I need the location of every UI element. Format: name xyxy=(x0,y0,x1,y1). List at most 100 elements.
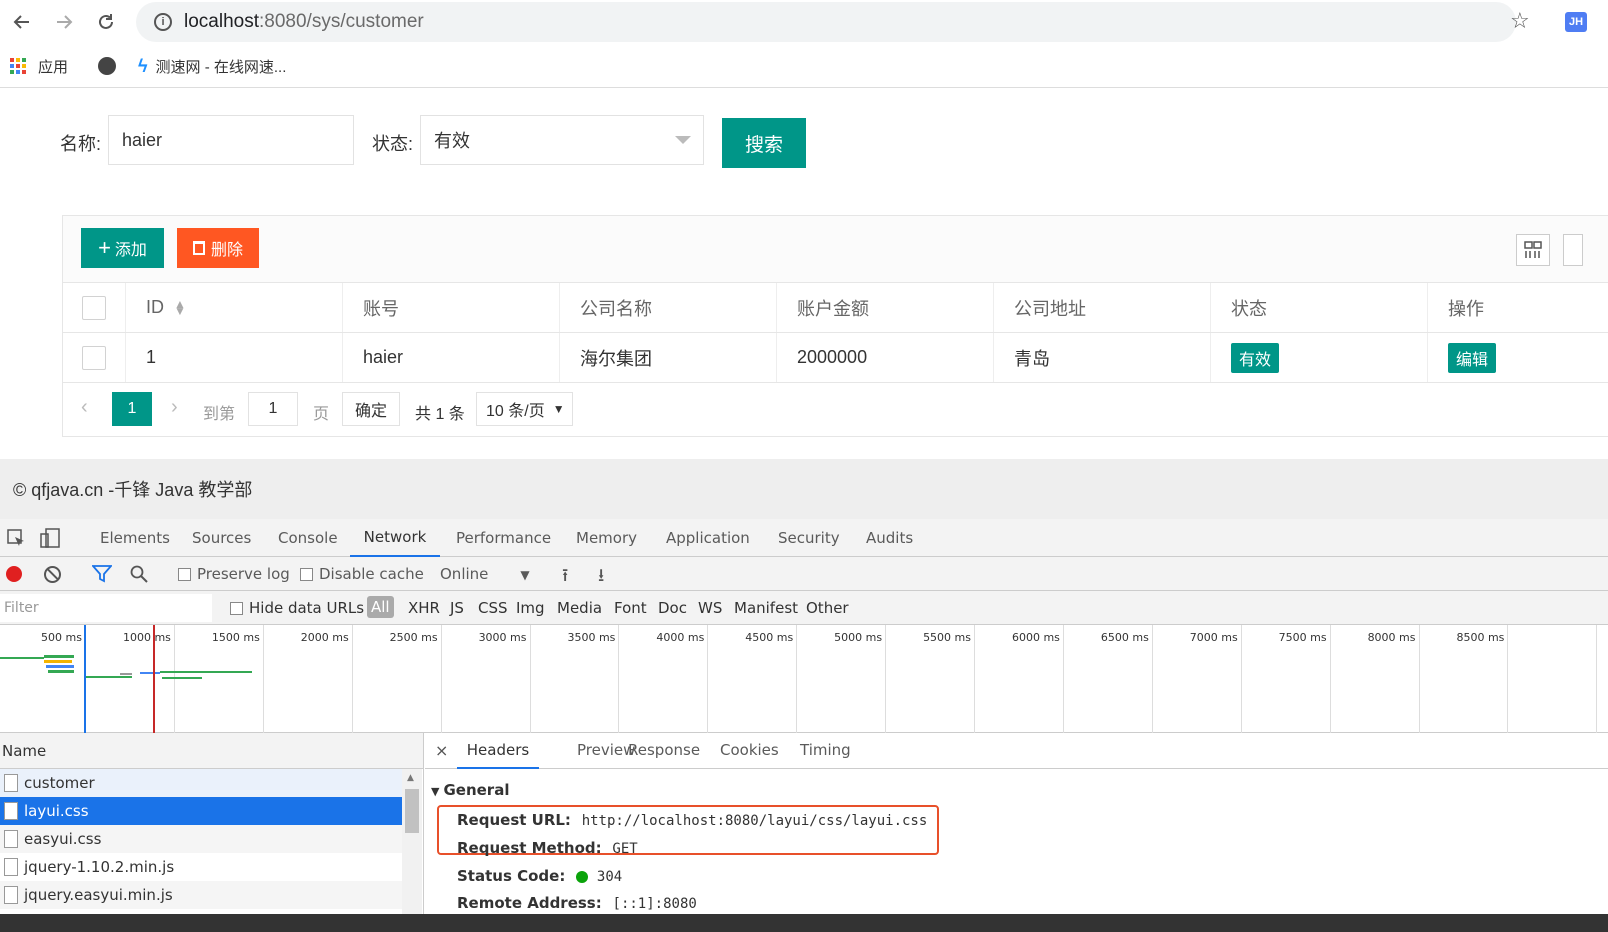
timeline-tick: 4500 ms xyxy=(745,625,798,733)
status-badge: 有效 xyxy=(1231,342,1280,373)
column-filter-icon[interactable] xyxy=(1516,234,1550,266)
add-button[interactable]: + 添加 xyxy=(81,228,164,268)
cell-status: 有效 xyxy=(1211,333,1428,382)
scrollbar[interactable]: ▲ xyxy=(402,769,422,914)
forward-icon[interactable] xyxy=(50,8,78,36)
sort-icon[interactable]: ▲ ▼ xyxy=(174,298,186,317)
clear-icon[interactable] xyxy=(44,566,61,583)
reload-icon[interactable] xyxy=(92,8,120,36)
network-controls: Preserve log Disable cache Online ▼ ⭱ ⭳ xyxy=(0,557,1608,591)
list-item[interactable]: jquery.easyui.min.js xyxy=(0,881,402,909)
tab-memory[interactable]: Memory xyxy=(576,519,637,557)
close-icon[interactable]: × xyxy=(435,741,448,760)
info-icon[interactable]: i xyxy=(154,13,172,31)
request-name: jquery-1.10.2.min.js xyxy=(24,858,175,876)
tab-elements[interactable]: Elements xyxy=(100,519,170,557)
hide-data-urls-checkbox[interactable]: Hide data URLs xyxy=(230,599,364,617)
tab-performance[interactable]: Performance xyxy=(456,519,551,557)
bookmark-star-icon[interactable]: ☆ xyxy=(1510,8,1530,34)
apps-grid-icon[interactable] xyxy=(10,58,26,74)
row-checkbox[interactable] xyxy=(63,333,126,382)
device-toolbar-icon[interactable] xyxy=(40,528,62,552)
type-filter-media[interactable]: Media xyxy=(557,599,602,617)
goto-confirm-button[interactable]: 确定 xyxy=(342,392,400,426)
status-label: 状态: xyxy=(372,134,414,154)
search-icon[interactable] xyxy=(130,565,148,587)
status-dot-icon xyxy=(576,870,589,883)
type-filter-all[interactable]: All xyxy=(367,596,394,618)
import-har-icon[interactable]: ⭱ xyxy=(562,563,568,593)
type-filter-doc[interactable]: Doc xyxy=(658,599,687,617)
inspect-element-icon[interactable] xyxy=(6,528,26,552)
type-filter-css[interactable]: CSS xyxy=(478,599,508,617)
disable-cache-checkbox[interactable]: Disable cache xyxy=(300,565,424,583)
request-name: layui.css xyxy=(24,802,89,820)
tab-cookies[interactable]: Cookies xyxy=(720,741,779,759)
search-button[interactable]: 搜索 xyxy=(722,118,806,168)
preserve-log-checkbox[interactable]: Preserve log xyxy=(178,565,290,583)
request-method-value: GET xyxy=(612,841,638,857)
scrollbar-thumb[interactable] xyxy=(405,789,419,833)
filter-input[interactable]: Filter xyxy=(0,594,212,622)
tab-network[interactable]: Network xyxy=(350,519,440,557)
type-filter-js[interactable]: JS xyxy=(450,599,464,617)
list-item-selected[interactable]: layui.css xyxy=(0,797,402,825)
tab-timing[interactable]: Timing xyxy=(800,741,851,759)
page-size-select[interactable]: 10 条/页 ▼ xyxy=(476,392,573,426)
list-item[interactable]: easyui.css xyxy=(0,825,402,853)
timeline-tick: 1500 ms xyxy=(212,625,264,733)
col-id[interactable]: ID ▲ ▼ xyxy=(126,283,343,332)
throttling-select[interactable]: Online ▼ xyxy=(440,565,530,583)
tab-preview[interactable]: Preview xyxy=(577,741,635,759)
request-name: customer xyxy=(24,774,95,792)
tab-security[interactable]: Security xyxy=(778,519,840,557)
network-filter-bar: Filter Hide data URLs All XHR JS CSS Img… xyxy=(0,591,1608,625)
type-filter-other[interactable]: Other xyxy=(806,599,849,617)
goto-page-input[interactable]: 1 xyxy=(248,392,298,426)
filter-funnel-icon[interactable] xyxy=(91,565,113,587)
select-all-checkbox[interactable] xyxy=(63,283,126,332)
file-icon xyxy=(4,830,18,848)
name-input[interactable]: haier xyxy=(108,115,354,165)
speedtest-logo-icon: ϟ xyxy=(138,55,148,76)
type-filter-xhr[interactable]: XHR xyxy=(408,599,440,617)
timeline-tick-label: 3500 ms xyxy=(567,631,616,644)
timeline-tick: 4000 ms xyxy=(656,625,709,733)
tab-sources[interactable]: Sources xyxy=(192,519,251,557)
tab-console[interactable]: Console xyxy=(278,519,338,557)
tab-application[interactable]: Application xyxy=(666,519,750,557)
export-icon[interactable] xyxy=(1563,234,1583,266)
status-select[interactable]: 有效 xyxy=(420,115,704,165)
list-item[interactable]: customer xyxy=(0,769,402,797)
type-filter-font[interactable]: Font xyxy=(614,599,647,617)
network-timeline-overview[interactable]: 500 ms 1000 ms 1500 ms 2000 ms 2500 ms 3000 m… xyxy=(0,625,1608,733)
cell-company: 海尔集团 xyxy=(560,333,777,382)
timeline-tick: 8500 ms xyxy=(1456,625,1509,733)
type-filter-manifest[interactable]: Manifest xyxy=(734,599,798,617)
export-har-icon[interactable]: ⭳ xyxy=(598,563,604,593)
delete-button[interactable]: 删除 xyxy=(177,228,259,268)
page-number-current[interactable]: 1 xyxy=(112,392,152,426)
list-item[interactable]: jquery-1.10.2.min.js xyxy=(0,853,402,881)
globe-icon[interactable] xyxy=(98,57,117,75)
prev-page-icon[interactable]: ‹ xyxy=(81,396,88,419)
tab-audits[interactable]: Audits xyxy=(866,519,913,557)
tab-response[interactable]: Response xyxy=(628,741,700,759)
type-filter-img[interactable]: Img xyxy=(516,599,545,617)
address-bar[interactable]: i localhost:8080/sys/customer xyxy=(136,2,1516,42)
edit-button[interactable]: 编辑 xyxy=(1448,342,1497,373)
scroll-up-icon[interactable]: ▲ xyxy=(407,773,414,783)
timeline-tick-label: 500 ms xyxy=(41,631,82,644)
profile-avatar[interactable]: JH xyxy=(1565,12,1587,32)
bookmark-speedtest[interactable]: 测速网 - 在线网速... xyxy=(156,56,287,77)
type-filter-ws[interactable]: WS xyxy=(698,599,722,617)
bookmark-apps[interactable]: 应用 xyxy=(38,56,68,77)
browser-chrome: i localhost:8080/sys/customer ☆ JH 应用 ϟ … xyxy=(0,0,1608,88)
record-icon[interactable] xyxy=(6,566,22,582)
tab-headers[interactable]: Headers xyxy=(457,733,539,769)
back-icon[interactable] xyxy=(8,8,36,36)
next-page-icon[interactable]: › xyxy=(171,396,178,419)
name-column-header[interactable]: Name xyxy=(0,733,423,769)
waterfall-bar xyxy=(86,676,132,678)
general-section-toggle[interactable]: ▼ General xyxy=(431,781,509,799)
